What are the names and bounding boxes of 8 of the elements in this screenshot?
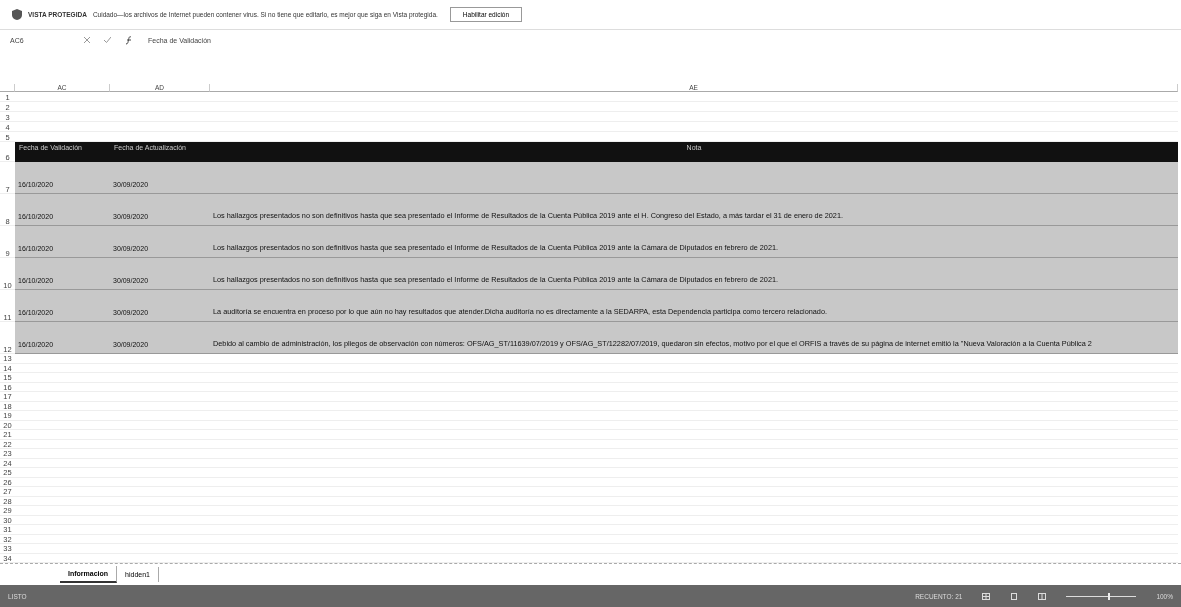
check-icon[interactable] xyxy=(104,37,111,43)
page-layout-icon[interactable] xyxy=(1010,592,1019,600)
shield-icon xyxy=(12,9,22,20)
zoom-slider-thumb[interactable] xyxy=(1108,592,1111,600)
page-break-icon[interactable] xyxy=(1038,592,1047,600)
normal-view-icon[interactable] xyxy=(982,592,991,600)
cancel-icon[interactable] xyxy=(84,37,90,43)
function-icon[interactable] xyxy=(125,35,134,45)
